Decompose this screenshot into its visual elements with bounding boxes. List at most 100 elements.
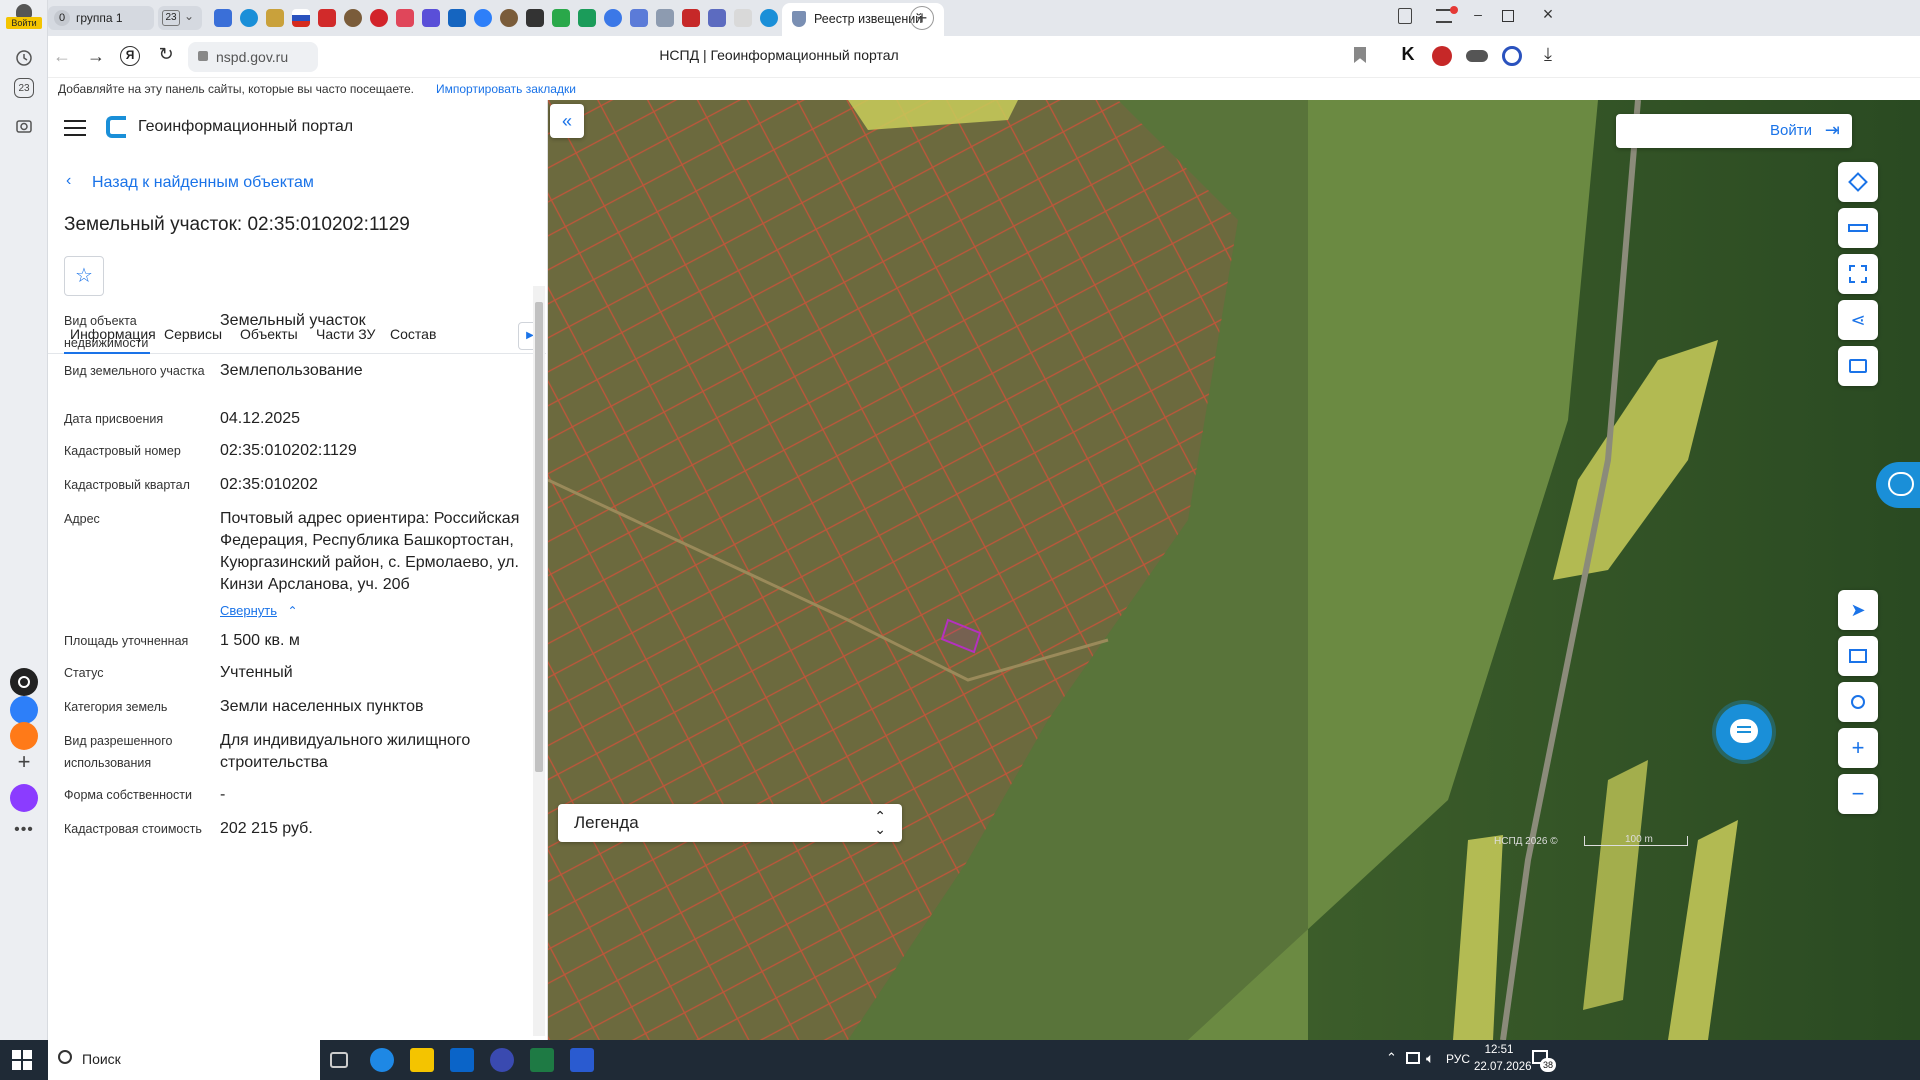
panel-scrollbar[interactable] xyxy=(533,286,545,1036)
extension-icon[interactable] xyxy=(1432,46,1452,66)
yandex-browser-icon[interactable] xyxy=(490,1048,514,1072)
volume-icon[interactable]: 🔈︎ xyxy=(1426,1050,1434,1067)
login-icon: ⇥ xyxy=(1824,120,1840,140)
task-view-icon[interactable] xyxy=(330,1052,348,1068)
tab-favicon[interactable] xyxy=(500,9,518,27)
tab-favicon[interactable] xyxy=(370,9,388,27)
notifications-icon[interactable] xyxy=(1436,6,1458,23)
tab-favicon[interactable] xyxy=(474,9,492,27)
profile-button[interactable]: Войти xyxy=(6,2,42,29)
file-explorer-icon[interactable] xyxy=(410,1048,434,1072)
tab-favicon[interactable] xyxy=(708,9,726,27)
extension-icon[interactable] xyxy=(1502,46,1522,66)
language-indicator[interactable]: РУС xyxy=(1446,1052,1470,1066)
tab-favicon[interactable] xyxy=(318,9,336,27)
add-icon[interactable]: + xyxy=(10,748,38,776)
collapse-panel-button[interactable]: « xyxy=(550,104,584,138)
zoom-in-button[interactable]: + xyxy=(1838,728,1878,768)
scale-bar: 100 m xyxy=(1584,834,1688,846)
tab-group-count: 0 xyxy=(54,10,70,26)
tab-favicon[interactable] xyxy=(578,9,596,27)
attr-label: Категория земель xyxy=(64,700,168,714)
measure-button[interactable] xyxy=(1838,208,1878,248)
attr-label: Вид земельного участка xyxy=(64,364,205,378)
notification-center[interactable]: 38 xyxy=(1530,1048,1556,1072)
login-button[interactable]: Войти ⇥ xyxy=(1616,114,1852,148)
geolocation-button[interactable]: ➤ xyxy=(1838,590,1878,630)
tab-favicon[interactable] xyxy=(292,9,310,27)
tab-favicon[interactable] xyxy=(526,9,544,27)
browser-side-rail: Войти 23 + ••• xyxy=(0,0,48,1040)
word-icon[interactable] xyxy=(570,1048,594,1072)
kinopoisk-icon[interactable]: K xyxy=(1396,44,1420,68)
map-attribution: НСПД 2026 © xyxy=(1494,836,1558,847)
tab-group[interactable]: 0 группа 1 xyxy=(48,6,154,30)
messenger-icon[interactable] xyxy=(10,696,38,724)
collapse-link[interactable]: Свернуть ⌃ xyxy=(220,602,298,620)
bookmarks-import-link[interactable]: Импортировать закладки xyxy=(436,82,576,96)
history-icon[interactable] xyxy=(10,44,38,72)
tab-favicon[interactable] xyxy=(656,9,674,27)
chat-button[interactable] xyxy=(1716,704,1772,760)
collections-icon[interactable] xyxy=(1398,8,1412,24)
select-area-button[interactable] xyxy=(1838,254,1878,294)
tab-favicon[interactable] xyxy=(266,9,284,27)
start-button[interactable] xyxy=(12,1050,32,1070)
search-icon xyxy=(58,1050,72,1064)
tab-favicon[interactable] xyxy=(734,9,752,27)
tab-favicon[interactable] xyxy=(448,9,466,27)
map-view[interactable]: « Войти ⇥ ⋖ ➤ + − Легенда ⌃ ⌄ НСПД 2026 ©… xyxy=(548,100,1920,1040)
tab-favicon[interactable] xyxy=(760,9,778,27)
scrollbar-thumb[interactable] xyxy=(535,302,543,772)
taskbar-search[interactable]: Поиск xyxy=(48,1040,320,1080)
address-bar: ← → Я ↻ nspd.gov.ru НСПД | Геоинформацио… xyxy=(48,36,1920,78)
clock[interactable]: 12:51 22.07.2026 xyxy=(1474,1042,1532,1078)
close-button[interactable]: × xyxy=(1536,4,1560,28)
download-icon[interactable]: ⤓ xyxy=(1536,44,1560,68)
tab-favicon[interactable] xyxy=(422,9,440,27)
legend-dropdown[interactable]: Легенда ⌃ ⌄ xyxy=(558,804,902,842)
tab-favicon[interactable] xyxy=(604,9,622,27)
menu-icon[interactable] xyxy=(64,120,86,136)
print-button[interactable] xyxy=(1838,346,1878,386)
search-point-button[interactable] xyxy=(1838,682,1878,722)
favorite-button[interactable]: ☆ xyxy=(64,256,104,296)
tab-favicon[interactable] xyxy=(344,9,362,27)
edge-icon[interactable] xyxy=(370,1048,394,1072)
screenshot-icon[interactable] xyxy=(10,112,38,140)
share-button[interactable]: ⋖ xyxy=(1838,300,1878,340)
extension-icon[interactable] xyxy=(1466,50,1488,62)
bookmarks-bar: Добавляйте на эту панель сайты, которые … xyxy=(48,78,1920,100)
network-icon[interactable] xyxy=(1406,1052,1420,1064)
tab-favicon[interactable] xyxy=(552,9,570,27)
tab-favicon[interactable] xyxy=(630,9,648,27)
support-chat-icon[interactable] xyxy=(1876,462,1920,508)
zoom-out-button[interactable]: − xyxy=(1838,774,1878,814)
tab-favicon[interactable] xyxy=(240,9,258,27)
market-icon[interactable] xyxy=(10,722,38,750)
assistant-icon[interactable] xyxy=(10,784,38,812)
tab-count-badge[interactable]: 23 ⌄ xyxy=(158,6,202,30)
tray-chevron-icon[interactable]: ⌃ xyxy=(1386,1050,1397,1066)
tab-favicon[interactable] xyxy=(682,9,700,27)
restore-button[interactable] xyxy=(1502,10,1514,22)
calendar-icon[interactable]: 23 xyxy=(14,78,34,98)
select-area-icon xyxy=(1849,265,1867,283)
tab-favicon[interactable] xyxy=(214,9,232,27)
bookmarks-hint: Добавляйте на эту панель сайты, которые … xyxy=(58,82,414,96)
layers-button[interactable] xyxy=(1838,162,1878,202)
chat-icon xyxy=(1730,719,1758,743)
minimize-button[interactable]: – xyxy=(1466,6,1490,30)
attr-value: 02:35:010202:1129 xyxy=(220,442,357,459)
object-panel: Геоинформационный портал ‹ Назад к найде… xyxy=(48,100,548,1040)
attr-value: 02:35:010202 xyxy=(220,476,318,493)
alice-icon[interactable] xyxy=(10,668,38,696)
tab-favicon[interactable] xyxy=(396,9,414,27)
excel-icon[interactable] xyxy=(530,1048,554,1072)
outlook-icon[interactable] xyxy=(450,1048,474,1072)
chevron-updown-icon: ⌃ ⌄ xyxy=(874,808,886,837)
minimap-button[interactable] xyxy=(1838,636,1878,676)
more-icon[interactable]: ••• xyxy=(10,816,38,844)
new-tab-button[interactable]: + xyxy=(910,6,934,30)
collapse-label: Свернуть xyxy=(220,603,278,618)
